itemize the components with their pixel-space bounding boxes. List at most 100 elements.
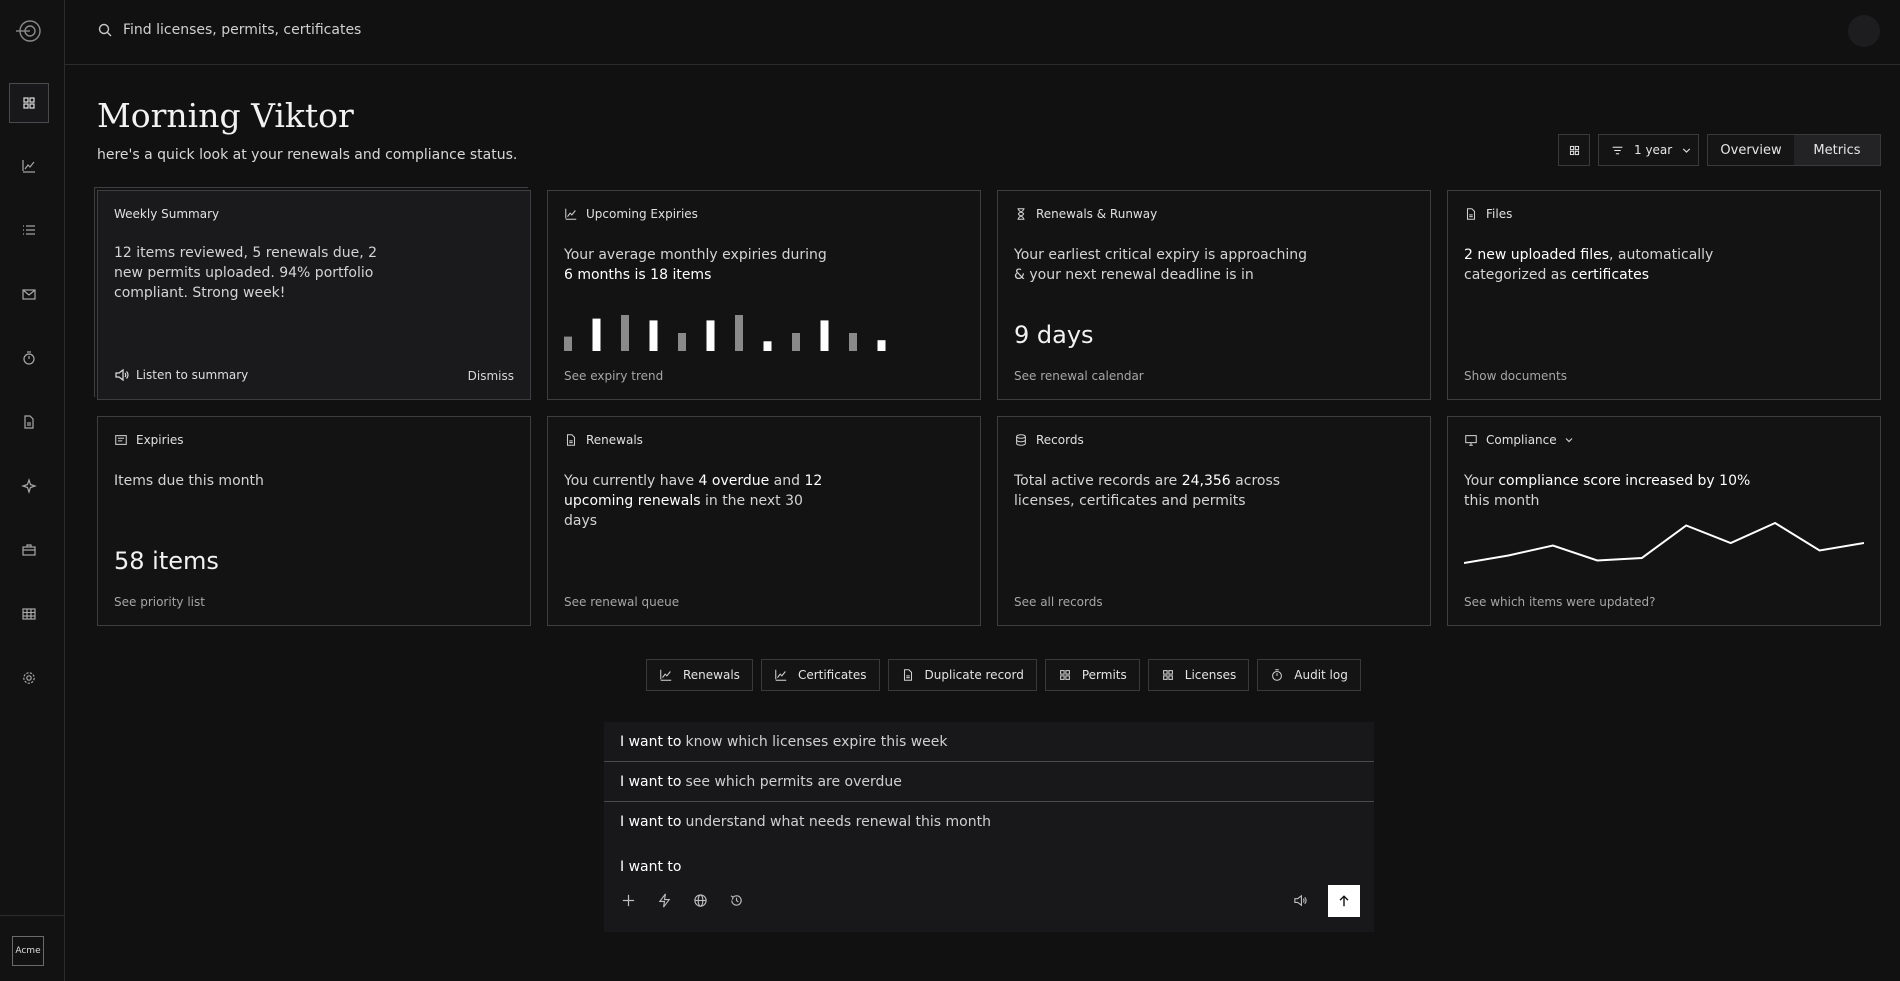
chart-line-icon bbox=[660, 669, 672, 681]
sidebar-item-inbox[interactable] bbox=[9, 274, 49, 314]
view-switcher: Overview Metrics bbox=[1707, 134, 1881, 166]
avatar[interactable] bbox=[1848, 15, 1880, 47]
expiries-count-value: 58 items bbox=[114, 547, 219, 575]
expiry-bar bbox=[792, 333, 800, 351]
expiry-bar-chart bbox=[564, 315, 886, 351]
expiry-bar bbox=[621, 315, 629, 351]
suggestion-lead: I want to bbox=[620, 814, 682, 830]
sidebar-item-tables[interactable] bbox=[9, 594, 49, 634]
search-icon bbox=[98, 23, 112, 37]
send-button[interactable] bbox=[1328, 885, 1360, 917]
search-input[interactable] bbox=[123, 18, 643, 42]
suggestion-text: see which permits are overdue bbox=[685, 773, 902, 790]
prompt-input[interactable]: I want to bbox=[620, 859, 681, 875]
expiry-bar bbox=[649, 320, 658, 351]
renewals-runway-title: Renewals & Runway bbox=[1036, 207, 1158, 221]
chart-line-icon bbox=[22, 160, 35, 173]
sidebar: Acme bbox=[0, 0, 65, 981]
records-card: Records Total active records are 24,356 … bbox=[997, 416, 1431, 626]
prompt-composer: I want to know which licenses expire thi… bbox=[604, 722, 1374, 932]
expiries-title: Expiries bbox=[136, 433, 184, 447]
org-badge[interactable]: Acme bbox=[12, 936, 44, 966]
monitor-icon bbox=[1465, 435, 1477, 446]
chip-licenses[interactable]: Licenses bbox=[1147, 659, 1250, 691]
suggestion-item[interactable]: I want to know which licenses expire thi… bbox=[604, 722, 1374, 762]
history-button[interactable] bbox=[724, 888, 748, 912]
sidebar-item-analytics[interactable] bbox=[9, 146, 49, 186]
sidebar-item-assistant[interactable] bbox=[9, 466, 49, 506]
message-icon bbox=[115, 435, 127, 445]
chip-certificates[interactable]: Certificates bbox=[760, 659, 880, 691]
see-updated-items-link[interactable]: See which items were updated? bbox=[1464, 595, 1655, 609]
renewals-card: Renewals You currently have 4 overdue an… bbox=[547, 416, 981, 626]
suggestion-text: understand what needs renewal this month bbox=[685, 814, 991, 830]
chip-renewals[interactable]: Renewals bbox=[646, 659, 753, 691]
gear-icon bbox=[23, 672, 35, 684]
speaker-icon bbox=[115, 368, 129, 382]
suggestion-item[interactable]: I want to see which permits are overdue bbox=[604, 762, 1374, 802]
compliance-dropdown[interactable]: Compliance bbox=[1464, 433, 1575, 447]
table-icon bbox=[22, 608, 36, 620]
quick-action-button[interactable] bbox=[652, 888, 676, 912]
see-renewal-queue-link[interactable]: See renewal queue bbox=[564, 595, 679, 609]
chip-label: Renewals bbox=[683, 668, 740, 682]
logo-icon[interactable] bbox=[14, 16, 44, 46]
compliance-text: Your compliance score increased by 10% t… bbox=[1464, 473, 1751, 509]
suggestion-item[interactable]: I want to understand what needs renewal … bbox=[604, 802, 1374, 842]
expiry-bar bbox=[820, 320, 829, 351]
expiries-text: Items due this month bbox=[114, 473, 264, 489]
tab-metrics[interactable]: Metrics bbox=[1794, 135, 1880, 165]
tab-overview[interactable]: Overview bbox=[1708, 135, 1794, 165]
period-filter-select[interactable]: 1 year bbox=[1598, 134, 1699, 166]
weekly-summary-card: Weekly Summary 12 items reviewed, 5 rene… bbox=[97, 190, 531, 400]
renewals-title: Renewals bbox=[586, 433, 643, 447]
hourglass-icon bbox=[1017, 208, 1025, 220]
arrow-up-icon bbox=[1339, 895, 1349, 907]
suggestion-lead: I want to bbox=[620, 773, 682, 790]
chip-label: Permits bbox=[1081, 668, 1127, 682]
expiry-bar bbox=[763, 341, 772, 351]
layout-toggle-button[interactable] bbox=[1558, 134, 1590, 166]
sidebar-item-settings[interactable] bbox=[9, 658, 49, 698]
upcoming-expiries-card: Upcoming Expiries Your average monthly e… bbox=[547, 190, 981, 400]
chip-label: Duplicate record bbox=[924, 668, 1024, 682]
sidebar-item-documents[interactable] bbox=[9, 402, 49, 442]
listen-summary-button[interactable]: Listen to summary bbox=[114, 367, 248, 383]
see-all-records-link[interactable]: See all records bbox=[1014, 595, 1103, 609]
files-text: 2 new uploaded files, automatically cate… bbox=[1464, 247, 1714, 283]
expiry-bar bbox=[564, 336, 572, 351]
file-icon bbox=[24, 415, 34, 429]
chip-label: Licenses bbox=[1184, 668, 1237, 682]
expiry-bar bbox=[735, 315, 743, 351]
grid-icon bbox=[1162, 670, 1173, 680]
see-renewal-calendar-link[interactable]: See renewal calendar bbox=[1014, 369, 1144, 383]
sidebar-item-cases[interactable] bbox=[9, 530, 49, 570]
voice-button[interactable] bbox=[1288, 888, 1312, 912]
files-card: Files 2 new uploaded files, automaticall… bbox=[1447, 190, 1881, 400]
sidebar-item-dashboard[interactable] bbox=[9, 83, 49, 123]
chip-duplicate-record[interactable]: Duplicate record bbox=[887, 659, 1037, 691]
expiry-bar bbox=[877, 340, 886, 351]
chip-permits[interactable]: Permits bbox=[1044, 659, 1140, 691]
files-title: Files bbox=[1486, 207, 1513, 221]
dismiss-button[interactable]: Dismiss bbox=[468, 369, 514, 383]
see-priority-list-link[interactable]: See priority list bbox=[114, 595, 205, 609]
web-search-button[interactable] bbox=[688, 888, 712, 912]
chevron-down-icon bbox=[1683, 147, 1691, 153]
listen-summary-label: Listen to summary bbox=[136, 368, 249, 382]
records-text: Total active records are 24,356 across l… bbox=[1014, 473, 1281, 509]
add-button[interactable] bbox=[616, 888, 640, 912]
renewals-runway-card: Renewals & Runway Your earliest critical… bbox=[997, 190, 1431, 400]
see-expiry-trend-link[interactable]: See expiry trend bbox=[564, 369, 663, 383]
show-documents-link[interactable]: Show documents bbox=[1464, 369, 1567, 383]
top-bar bbox=[65, 0, 1900, 65]
chip-audit-log[interactable]: Audit log bbox=[1257, 659, 1361, 691]
chevron-down-icon bbox=[1565, 438, 1573, 443]
sidebar-item-timer[interactable] bbox=[9, 338, 49, 378]
grid-icon bbox=[23, 97, 35, 109]
mail-icon bbox=[22, 289, 36, 300]
sidebar-item-list[interactable] bbox=[9, 210, 49, 250]
chart-line-icon bbox=[775, 669, 787, 681]
compliance-trend-line bbox=[1464, 521, 1864, 564]
chip-label: Certificates bbox=[797, 668, 867, 682]
